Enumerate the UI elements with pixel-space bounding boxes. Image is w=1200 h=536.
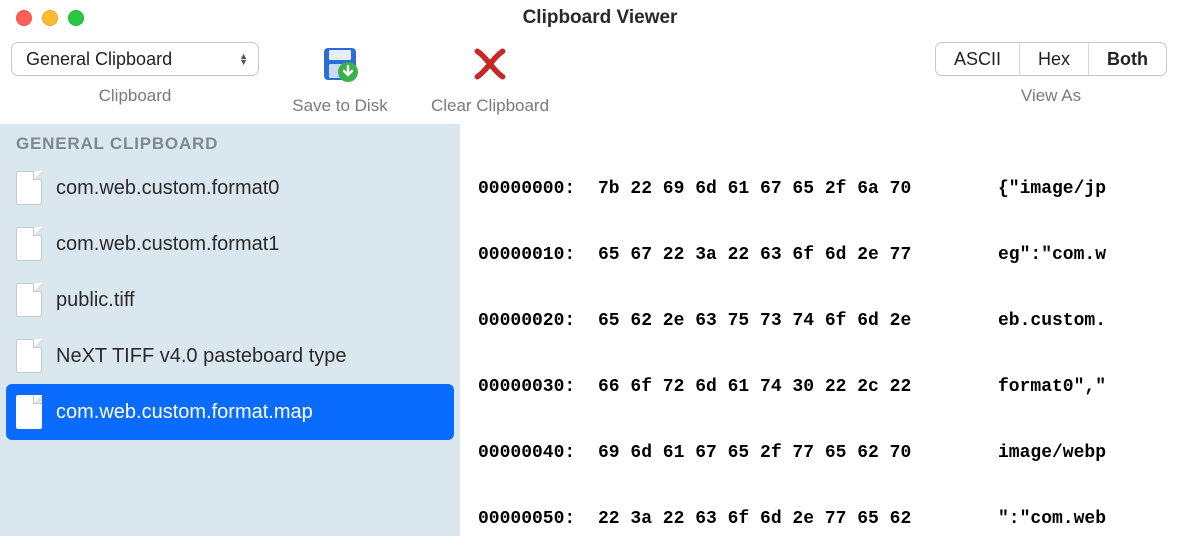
traffic-lights (0, 10, 84, 26)
save-caption: Save to Disk (292, 96, 387, 116)
clear-caption: Clear Clipboard (431, 96, 549, 116)
sidebar-item-label: NeXT TIFF v4.0 pasteboard type (56, 345, 347, 368)
hex-offset: 00000050: (478, 508, 598, 530)
toolbar: General Clipboard ▲▼ Clipboard Save to D… (0, 36, 1200, 124)
hex-bytes: 65 67 22 3a 22 63 6f 6d 2e 77 (598, 244, 998, 266)
hex-offset: 00000000: (478, 178, 598, 200)
close-window-icon[interactable] (16, 10, 32, 26)
hex-ascii: ":"com.web (998, 508, 1106, 530)
hex-bytes: 66 6f 72 6d 61 74 30 22 2c 22 (598, 376, 998, 398)
file-icon (16, 227, 42, 261)
sidebar-section-header: GENERAL CLIPBOARD (0, 124, 460, 160)
sidebar-item[interactable]: com.web.custom.format.map (6, 384, 454, 440)
sidebar-item-label: com.web.custom.format1 (56, 233, 279, 256)
hex-bytes: 65 62 2e 63 75 73 74 6f 6d 2e (598, 310, 998, 332)
clipboard-caption: Clipboard (99, 86, 172, 106)
hex-ascii: format0"," (998, 376, 1106, 398)
chevron-updown-icon: ▲▼ (239, 53, 248, 65)
hex-ascii: image/webp (998, 442, 1106, 464)
titlebar: Clipboard Viewer (0, 0, 1200, 36)
hex-ascii: {"image/jp (998, 178, 1106, 200)
view-as-both[interactable]: Both (1088, 43, 1166, 75)
sidebar: GENERAL CLIPBOARD com.web.custom.format0… (0, 124, 460, 536)
hex-row: 00000050: 22 3a 22 63 6f 6d 2e 77 65 62 … (478, 508, 1182, 530)
hex-row: 00000040: 69 6d 61 67 65 2f 77 65 62 70 … (478, 442, 1182, 464)
clipboard-select[interactable]: General Clipboard ▲▼ (11, 42, 259, 76)
sidebar-item-label: com.web.custom.format0 (56, 177, 279, 200)
view-as-hex[interactable]: Hex (1019, 43, 1088, 75)
save-to-disk-group: Save to Disk (270, 36, 410, 116)
sidebar-item[interactable]: public.tiff (0, 272, 460, 328)
hex-ascii: eg":"com.w (998, 244, 1106, 266)
view-as-segmented: ASCII Hex Both (935, 42, 1167, 76)
hex-bytes: 69 6d 61 67 65 2f 77 65 62 70 (598, 442, 998, 464)
sidebar-item[interactable]: com.web.custom.format1 (0, 216, 460, 272)
view-as-caption: View As (1021, 86, 1081, 106)
file-icon (16, 283, 42, 317)
file-icon (16, 395, 42, 429)
clear-clipboard-button[interactable] (468, 42, 512, 86)
hex-row: 00000000: 7b 22 69 6d 61 67 65 2f 6a 70 … (478, 178, 1182, 200)
hex-bytes: 7b 22 69 6d 61 67 65 2f 6a 70 (598, 178, 998, 200)
save-to-disk-button[interactable] (318, 42, 362, 86)
clear-clipboard-group: Clear Clipboard (410, 36, 570, 116)
clipboard-select-value: General Clipboard (26, 49, 172, 70)
sidebar-item-label: public.tiff (56, 289, 135, 312)
hex-offset: 00000020: (478, 310, 598, 332)
floppy-download-icon (318, 42, 362, 86)
minimize-window-icon[interactable] (42, 10, 58, 26)
hex-offset: 00000010: (478, 244, 598, 266)
sidebar-item[interactable]: com.web.custom.format0 (0, 160, 460, 216)
zoom-window-icon[interactable] (68, 10, 84, 26)
hex-ascii: eb.custom. (998, 310, 1106, 332)
view-as-group: ASCII Hex Both View As (920, 36, 1200, 106)
hex-row: 00000020: 65 62 2e 63 75 73 74 6f 6d 2e … (478, 310, 1182, 332)
file-icon (16, 339, 42, 373)
hex-row: 00000030: 66 6f 72 6d 61 74 30 22 2c 22 … (478, 376, 1182, 398)
hex-offset: 00000040: (478, 442, 598, 464)
red-x-icon (470, 44, 510, 84)
sidebar-item-label: com.web.custom.format.map (56, 401, 313, 424)
hex-ascii-pane: 00000000: 7b 22 69 6d 61 67 65 2f 6a 70 … (460, 124, 1200, 536)
window-title: Clipboard Viewer (523, 7, 678, 29)
content-area: GENERAL CLIPBOARD com.web.custom.format0… (0, 124, 1200, 536)
view-as-ascii[interactable]: ASCII (936, 43, 1019, 75)
hex-offset: 00000030: (478, 376, 598, 398)
clipboard-select-group: General Clipboard ▲▼ Clipboard (0, 36, 270, 106)
file-icon (16, 171, 42, 205)
hex-bytes: 22 3a 22 63 6f 6d 2e 77 65 62 (598, 508, 998, 530)
hex-row: 00000010: 65 67 22 3a 22 63 6f 6d 2e 77 … (478, 244, 1182, 266)
sidebar-item[interactable]: NeXT TIFF v4.0 pasteboard type (0, 328, 460, 384)
